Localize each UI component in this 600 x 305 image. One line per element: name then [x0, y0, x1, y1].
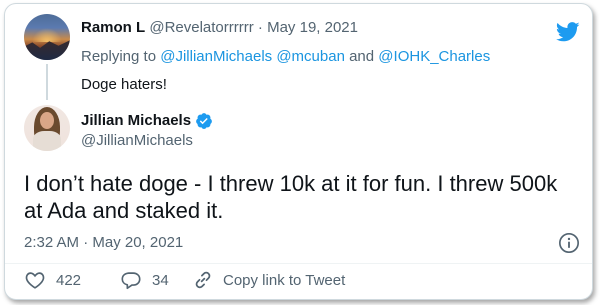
jillian-avatar[interactable] [24, 105, 70, 151]
main-author-handle[interactable]: @JillianMichaels [81, 131, 193, 151]
reply-author-handle[interactable]: @Revelatorrrrrr [149, 19, 253, 36]
reply-separator: · [257, 19, 263, 36]
tweet-card: Ramon L @Revelatorrrrrr · May 19, 2021 R… [4, 3, 593, 300]
main-tweet-timestamp[interactable]: 2:32 AM · May 20, 2021 [24, 233, 183, 253]
tweet-actions-bar: 422 34 Copy link to Tweet [24, 269, 345, 291]
and-word: and [349, 48, 375, 65]
reply-date[interactable]: May 19, 2021 [267, 19, 358, 36]
info-icon[interactable] [558, 232, 580, 254]
main-author-name[interactable]: Jillian Michaels [81, 111, 191, 131]
thread-connector-line [46, 64, 48, 100]
twitter-bird-icon[interactable] [556, 22, 580, 42]
actions-divider [5, 263, 592, 264]
ramon-avatar[interactable] [24, 14, 70, 60]
copy-link-button[interactable]: Copy link to Tweet [192, 269, 345, 291]
mention-iohk-charles[interactable]: @IOHK_Charles [378, 48, 490, 65]
replying-prefix: Replying to [81, 48, 157, 65]
reply-button[interactable]: 34 [120, 269, 192, 291]
mention-mcuban[interactable]: @mcuban [276, 48, 345, 65]
reply-tweet-header: Ramon L @Revelatorrrrrr · May 19, 2021 [81, 18, 358, 38]
heart-icon [25, 272, 45, 289]
copy-link-label: Copy link to Tweet [223, 271, 346, 289]
reply-tweet-text: Doge haters! [81, 76, 167, 93]
replying-to-line: Replying to @JillianMichaels @mcuban and… [81, 47, 490, 67]
main-tweet-text: I don’t hate doge - I threw 10k at it fo… [24, 171, 558, 223]
like-count: 422 [56, 271, 82, 289]
reply-bubble-icon [121, 272, 141, 290]
main-author-row: Jillian Michaels [81, 111, 213, 131]
like-button[interactable]: 422 [24, 269, 120, 291]
reply-author-name[interactable]: Ramon L [81, 19, 145, 36]
mention-jillianmichaels[interactable]: @JillianMichaels [160, 48, 272, 65]
verified-badge-icon [196, 113, 212, 129]
link-icon [195, 271, 211, 289]
reply-count: 34 [152, 271, 169, 289]
